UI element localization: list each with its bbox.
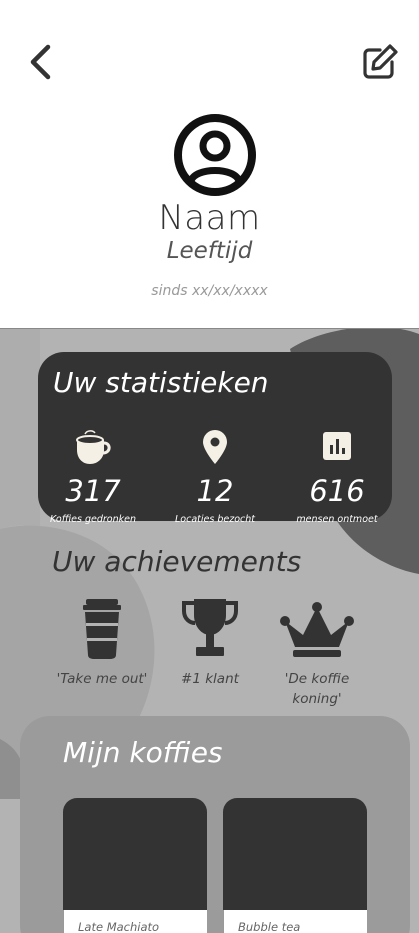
- stat-value: 12: [196, 474, 234, 508]
- stat-label: mensen ontmoet: [296, 514, 378, 525]
- coffee-card-label: Bubble tea: [223, 910, 367, 933]
- takeaway-cup-icon: [83, 599, 121, 659]
- achievements-title: Uw achievements: [52, 545, 302, 578]
- user-circle-icon: [174, 114, 256, 196]
- achievement-label: 'De koffie koning': [284, 671, 350, 707]
- profile-header: Naam Leeftijd sinds xx/xx/xxxx: [0, 0, 419, 328]
- stat-value: 317: [65, 474, 121, 508]
- my-coffees-title: Mijn koffies: [63, 736, 223, 769]
- edit-icon[interactable]: [360, 42, 400, 82]
- achievement-label: #1 klant: [181, 671, 239, 687]
- stat-label: Koffies gedronken: [49, 514, 137, 525]
- member-since: sinds xx/xx/xxxx: [151, 283, 268, 299]
- achievement-label: 'Take me out': [56, 671, 148, 687]
- location-pin-icon: [203, 430, 227, 464]
- statistics-card: Uw statistieken 317 Koffies gedronken 12…: [38, 352, 392, 525]
- trophy-icon: [182, 599, 238, 656]
- chevron-left-icon[interactable]: [26, 42, 58, 82]
- coffee-card[interactable]: Late Machiato: [63, 798, 207, 933]
- profile-content: Uw statistieken 317 Koffies gedronken 12…: [0, 328, 419, 933]
- crown-icon: [280, 602, 354, 657]
- coffee-card-label: Late Machiato: [63, 910, 207, 933]
- stat-label: Locaties bezocht: [175, 514, 255, 525]
- coffee-card[interactable]: Bubble tea: [223, 798, 367, 933]
- my-coffees-panel: Mijn koffies Late Machiato Bubble tea: [20, 716, 410, 933]
- bar-chart-icon: [323, 432, 351, 460]
- stat-value: 616: [309, 474, 365, 508]
- profile-age: Leeftijd: [166, 238, 253, 264]
- statistics-title: Uw statistieken: [53, 366, 269, 399]
- coffee-cup-icon: [76, 430, 111, 464]
- profile-name: Naam: [158, 198, 261, 238]
